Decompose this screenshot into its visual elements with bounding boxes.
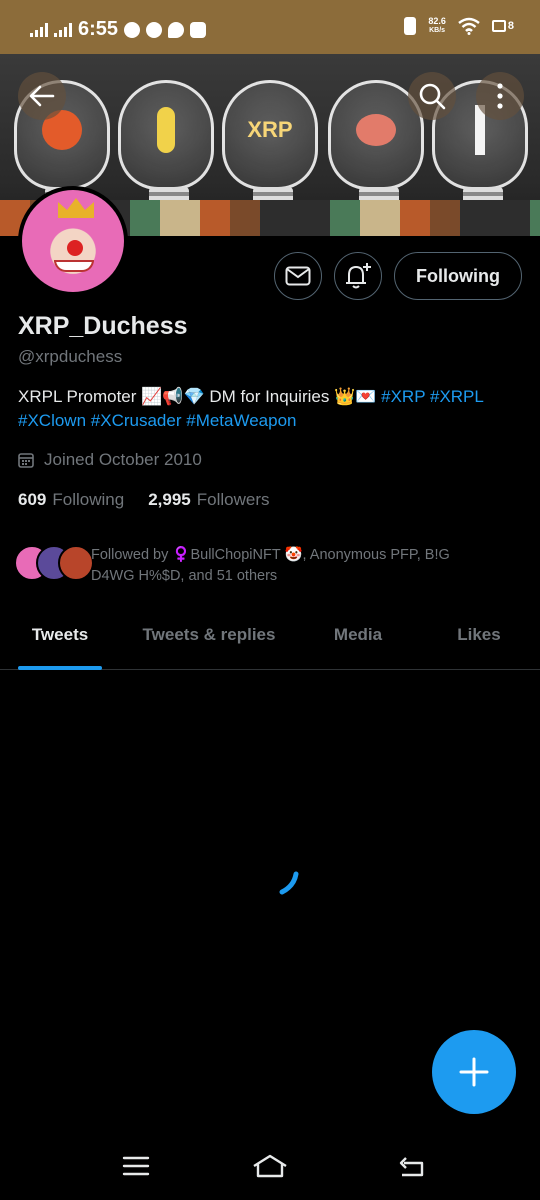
tab-tweets-replies[interactable]: Tweets & replies xyxy=(120,600,298,670)
network-speed: 82.6 KB/s xyxy=(428,16,446,34)
avatar xyxy=(58,545,94,581)
bulb-label: XRP xyxy=(247,116,293,142)
bulb-banana xyxy=(118,80,214,227)
following-button[interactable]: Following xyxy=(394,252,522,300)
envelope-icon xyxy=(285,266,311,286)
status-time: 6:55 xyxy=(78,18,119,40)
hashtag-link[interactable]: #XCrusader xyxy=(91,411,182,430)
hashtag-link[interactable]: #MetaWeapon xyxy=(186,411,296,430)
search-icon xyxy=(419,83,446,110)
system-nav-bar xyxy=(0,1130,540,1200)
tab-likes[interactable]: Likes xyxy=(418,600,540,670)
compose-tweet-button[interactable] xyxy=(432,1030,516,1114)
bell-plus-icon xyxy=(346,263,371,289)
calendar-icon xyxy=(18,453,34,468)
avatar[interactable] xyxy=(18,186,128,296)
hashtag-link[interactable]: #XRPL xyxy=(430,387,484,406)
plus-icon xyxy=(459,1057,489,1087)
loading-spinner xyxy=(279,871,299,895)
menu-button[interactable] xyxy=(116,1148,156,1184)
tab-media[interactable]: Media xyxy=(298,600,418,670)
hashtag-link[interactable]: #XClown xyxy=(18,411,86,430)
joined-date: Joined October 2010 xyxy=(18,450,202,470)
vibrate-icon xyxy=(404,17,417,35)
menu-icon xyxy=(122,1156,150,1176)
following-link[interactable]: 609 Following xyxy=(18,490,124,510)
back-icon xyxy=(399,1157,424,1177)
status-bar: 6:55 82.6 KB/s 8 xyxy=(0,0,540,54)
profile-handle: @xrpduchess xyxy=(18,347,123,366)
battery-icon: 8 xyxy=(491,20,514,32)
instagram-icon xyxy=(190,21,207,38)
followed-by-text[interactable]: Followed by ♀️BullChopiNFT 🤡, Anonymous … xyxy=(91,545,491,587)
followers-you-know-avatars[interactable] xyxy=(14,545,94,581)
followers-link[interactable]: 2,995 Followers xyxy=(148,490,269,510)
message-button[interactable] xyxy=(274,252,322,300)
back-nav-button[interactable] xyxy=(392,1148,432,1184)
tab-tweets[interactable]: Tweets xyxy=(0,600,120,670)
profile-name: XRP_Duchess xyxy=(18,312,188,340)
messenger-icon xyxy=(124,21,141,38)
bulb-xrp: XRP xyxy=(222,80,318,227)
viber-icon xyxy=(146,21,163,38)
profile-tabs: Tweets Tweets & replies Media Likes xyxy=(0,600,540,670)
home-button[interactable] xyxy=(250,1148,290,1184)
follow-counts: 609 Following 2,995 Followers xyxy=(18,490,269,510)
signal-icon-2 xyxy=(54,22,72,37)
more-button[interactable] xyxy=(476,72,524,120)
signal-icon xyxy=(30,22,48,37)
more-vertical-icon xyxy=(497,83,503,109)
search-button[interactable] xyxy=(408,72,456,120)
arrow-left-icon xyxy=(29,85,55,107)
bio-text: XRPL Promoter 📈📢💎 DM for Inquiries 👑💌 xyxy=(18,387,377,406)
profile-bio: XRPL Promoter 📈📢💎 DM for Inquiries 👑💌 #X… xyxy=(18,385,522,433)
home-icon xyxy=(253,1154,287,1178)
back-button[interactable] xyxy=(18,72,66,120)
notifications-button[interactable] xyxy=(334,252,382,300)
hashtag-link[interactable]: #XRP xyxy=(381,387,425,406)
wifi-icon xyxy=(458,17,480,35)
twitter-icon xyxy=(168,21,185,38)
